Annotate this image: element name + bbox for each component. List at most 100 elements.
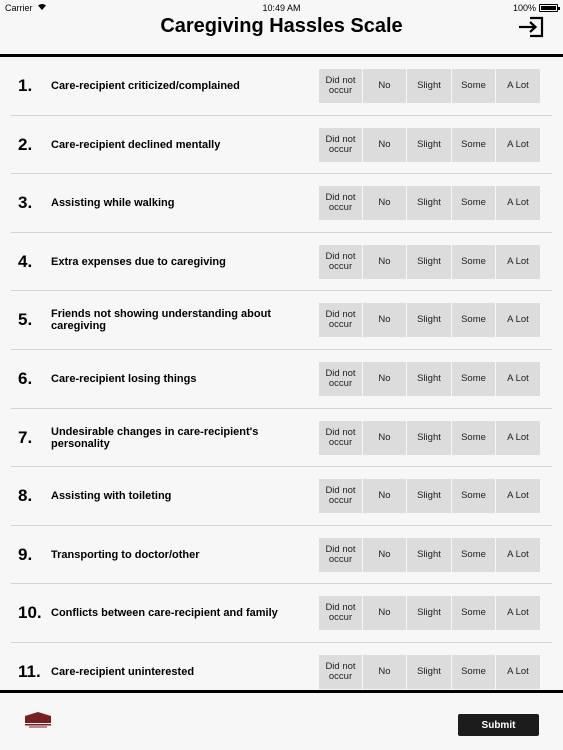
question-number: 2. — [18, 134, 33, 154]
question-number: 11. — [18, 662, 41, 681]
option-no-button[interactable]: No — [363, 537, 406, 572]
answer-options: Did not occur No Slight Some A Lot — [319, 186, 540, 221]
question-label: Assisting while walking — [51, 197, 175, 210]
question-number: 10. — [18, 603, 42, 623]
page-title: Caregiving Hassles Scale — [160, 15, 403, 37]
option-some-button[interactable]: Some — [452, 537, 495, 572]
option-did-not-occur-button[interactable]: Did not occur — [319, 362, 362, 396]
option-a-lot-button[interactable]: A Lot — [496, 537, 540, 572]
option-no-button[interactable]: No — [363, 69, 406, 103]
option-a-lot-button[interactable]: A Lot — [496, 244, 540, 279]
option-no-button[interactable]: No — [363, 127, 406, 162]
answer-options: Did not occur No Slight Some A Lot — [319, 303, 540, 338]
question-row: 6. Care-recipient losing things Did not oc… — [0, 350, 563, 409]
option-did-not-occur-button[interactable]: Did not occur — [319, 127, 362, 162]
question-label: Extra expenses due to caregiving — [51, 255, 226, 268]
option-slight-button[interactable]: Slight — [407, 186, 451, 221]
question-label: Conflicts between care-recipient and fam… — [51, 607, 278, 620]
option-slight-button[interactable]: Slight — [407, 479, 451, 514]
option-did-not-occur-button[interactable]: Did not occur — [319, 655, 362, 689]
option-some-button[interactable]: Some — [452, 244, 495, 279]
option-slight-button[interactable]: Slight — [407, 362, 451, 396]
option-some-button[interactable]: Some — [452, 69, 495, 103]
option-did-not-occur-button[interactable]: Did not occur — [319, 479, 362, 514]
option-some-button[interactable]: Some — [452, 303, 495, 338]
exit-icon[interactable] — [517, 16, 545, 38]
submit-button[interactable]: Submit — [458, 714, 539, 736]
option-slight-button[interactable]: Slight — [407, 420, 451, 455]
option-some-button[interactable]: Some — [452, 186, 495, 221]
question-row: 5. Friends not showing understanding abou… — [0, 291, 563, 350]
question-row: 2. Care-recipient declined mentally Did no… — [0, 116, 563, 175]
question-number: 5. — [18, 310, 33, 330]
option-no-button[interactable]: No — [363, 303, 406, 338]
option-some-button[interactable]: Some — [452, 362, 495, 396]
option-some-button[interactable]: Some — [452, 420, 495, 455]
option-some-button[interactable]: Some — [452, 127, 495, 162]
option-a-lot-button[interactable]: A Lot — [496, 479, 540, 514]
option-a-lot-button[interactable]: A Lot — [496, 303, 540, 338]
question-label: Assisting with toileting — [51, 490, 172, 503]
option-slight-button[interactable]: Slight — [407, 69, 451, 103]
answer-options: Did not occur No Slight Some A Lot — [319, 362, 540, 396]
option-did-not-occur-button[interactable]: Did not occur — [319, 420, 362, 455]
option-some-button[interactable]: Some — [452, 655, 495, 689]
battery-percent: 100% — [512, 3, 536, 13]
question-label: Friends not showing understanding about … — [51, 308, 271, 333]
option-a-lot-button[interactable]: A Lot — [496, 655, 540, 689]
footer: Submit — [0, 693, 563, 750]
question-label: Care-recipient losing things — [51, 373, 197, 385]
status-bar: Carrier 10:49 AM 100% — [0, 0, 563, 16]
option-a-lot-button[interactable]: A Lot — [496, 127, 540, 162]
option-no-button[interactable]: No — [363, 186, 406, 221]
nav-bar: Caregiving Hassles Scale — [0, 16, 563, 54]
option-no-button[interactable]: No — [363, 244, 406, 279]
option-slight-button[interactable]: Slight — [407, 596, 451, 631]
option-slight-button[interactable]: Slight — [407, 127, 451, 162]
question-number: 8. — [18, 486, 33, 506]
answer-options: Did not occur No Slight Some A Lot — [319, 244, 540, 279]
option-a-lot-button[interactable]: A Lot — [496, 186, 540, 221]
option-did-not-occur-button[interactable]: Did not occur — [319, 69, 362, 103]
option-slight-button[interactable]: Slight — [407, 303, 451, 338]
question-row: 7. Undesirable changes in care-recipient'… — [0, 409, 563, 468]
option-a-lot-button[interactable]: A Lot — [496, 362, 540, 396]
question-row: 8. Assisting with toileting Did not occur N… — [0, 467, 563, 526]
university-logo-icon — [25, 712, 51, 728]
question-list[interactable]: 1. Care-recipient criticized/complained Di… — [0, 57, 563, 690]
question-label: Undesirable changes in care-recipient's … — [51, 425, 259, 450]
option-a-lot-button[interactable]: A Lot — [496, 596, 540, 631]
answer-options: Did not occur No Slight Some A Lot — [319, 596, 540, 631]
question-row: 11. Care-recipient uninterested Did not oc… — [0, 643, 563, 690]
option-did-not-occur-button[interactable]: Did not occur — [319, 596, 362, 631]
option-no-button[interactable]: No — [363, 655, 406, 689]
option-some-button[interactable]: Some — [452, 479, 495, 514]
question-label: Care-recipient declined mentally — [51, 138, 221, 151]
question-row: 10. Conflicts between care-recipient and … — [0, 584, 563, 643]
status-time: 10:49 AM — [262, 3, 301, 13]
option-did-not-occur-button[interactable]: Did not occur — [319, 186, 362, 221]
question-row: 9. Transporting to doctor/other Did not oc… — [0, 526, 563, 585]
answer-options: Did not occur No Slight Some A Lot — [319, 127, 540, 162]
option-no-button[interactable]: No — [363, 362, 406, 396]
question-label: Transporting to doctor/other — [51, 548, 200, 561]
answer-options: Did not occur No Slight Some A Lot — [319, 420, 540, 455]
question-row: 3. Assisting while walking Did not occur No… — [0, 174, 563, 233]
answer-options: Did not occur No Slight Some A Lot — [319, 69, 540, 103]
option-did-not-occur-button[interactable]: Did not occur — [319, 537, 362, 572]
option-some-button[interactable]: Some — [452, 596, 495, 631]
question-label: Care-recipient criticized/complained — [51, 80, 240, 92]
option-a-lot-button[interactable]: A Lot — [496, 420, 540, 455]
question-number: 3. — [18, 193, 33, 213]
option-slight-button[interactable]: Slight — [407, 655, 451, 689]
option-no-button[interactable]: No — [363, 596, 406, 631]
question-number: 6. — [18, 369, 33, 388]
question-number: 7. — [18, 427, 33, 447]
option-no-button[interactable]: No — [363, 420, 406, 455]
option-no-button[interactable]: No — [363, 479, 406, 514]
option-a-lot-button[interactable]: A Lot — [496, 69, 540, 103]
option-did-not-occur-button[interactable]: Did not occur — [319, 303, 362, 338]
option-did-not-occur-button[interactable]: Did not occur — [319, 244, 362, 279]
option-slight-button[interactable]: Slight — [407, 244, 451, 279]
option-slight-button[interactable]: Slight — [407, 537, 451, 572]
